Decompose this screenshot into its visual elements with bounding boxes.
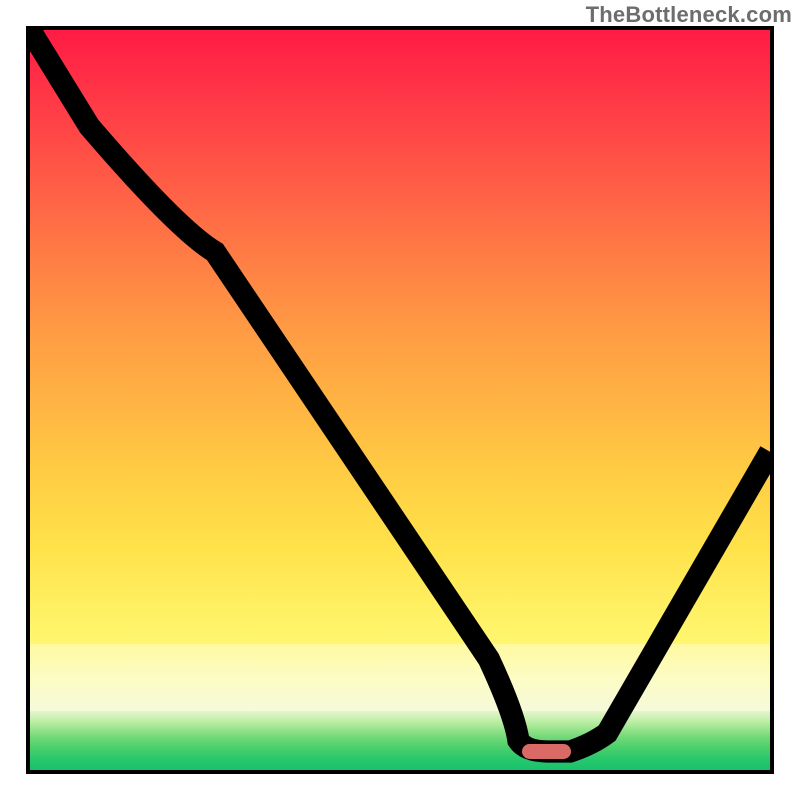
optimal-marker: [522, 744, 571, 760]
chart-container: TheBottleneck.com: [0, 0, 800, 800]
curve-svg: [30, 30, 770, 770]
plot-frame: [26, 26, 774, 774]
bottleneck-curve-path: [30, 30, 770, 752]
watermark-text: TheBottleneck.com: [586, 2, 792, 28]
